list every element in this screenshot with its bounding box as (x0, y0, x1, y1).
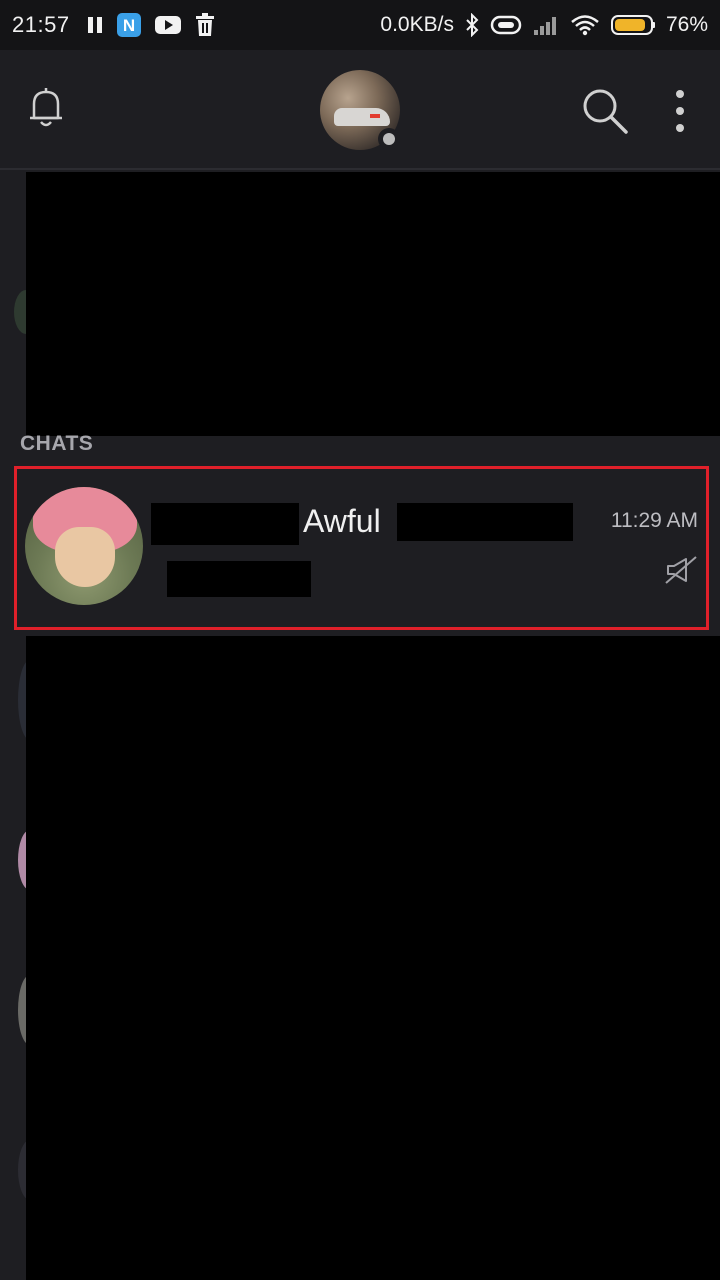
redacted-last-message (167, 561, 311, 597)
redacted-region-chat-list (26, 636, 720, 1280)
wifi-icon (570, 14, 600, 36)
section-title-chats: CHATS (20, 432, 94, 455)
youtube-icon (154, 14, 182, 36)
redacted-name-suffix (397, 503, 573, 541)
search-icon[interactable] (580, 86, 630, 136)
svg-text:N: N (122, 16, 134, 35)
chat-avatar (25, 487, 143, 605)
app-bar (0, 50, 720, 170)
avatar-face-graphic (55, 527, 115, 587)
online-status-dot (378, 128, 400, 150)
more-vert-icon[interactable] (672, 88, 688, 134)
chat-timestamp: 11:29 AM (610, 509, 698, 532)
avatar-car-light (370, 114, 380, 118)
network-speed: 0.0KB/s (380, 13, 454, 36)
chat-name: Awful (303, 503, 381, 539)
battery-percent: 76% (665, 13, 708, 36)
link-icon (490, 14, 522, 36)
muted-icon (664, 555, 698, 585)
redacted-region-stories (26, 172, 720, 436)
signal-icon (532, 14, 560, 36)
avatar-car-graphic (334, 108, 390, 126)
system-indicators: 0.0KB/s 76% (380, 13, 708, 37)
redacted-name-prefix (151, 503, 299, 545)
bell-icon[interactable] (26, 86, 66, 130)
notification-icons: N (86, 12, 216, 38)
pause-icon (86, 15, 104, 35)
status-bar: 21:57 N 0.0KB/s 76% (0, 0, 720, 50)
battery-icon (610, 13, 656, 37)
bluetooth-icon (464, 13, 480, 37)
chat-list-item[interactable]: Awful 11:29 AM (14, 466, 709, 630)
n-app-icon: N (116, 12, 142, 38)
trash-icon (194, 13, 216, 37)
status-time: 21:57 (12, 12, 70, 37)
